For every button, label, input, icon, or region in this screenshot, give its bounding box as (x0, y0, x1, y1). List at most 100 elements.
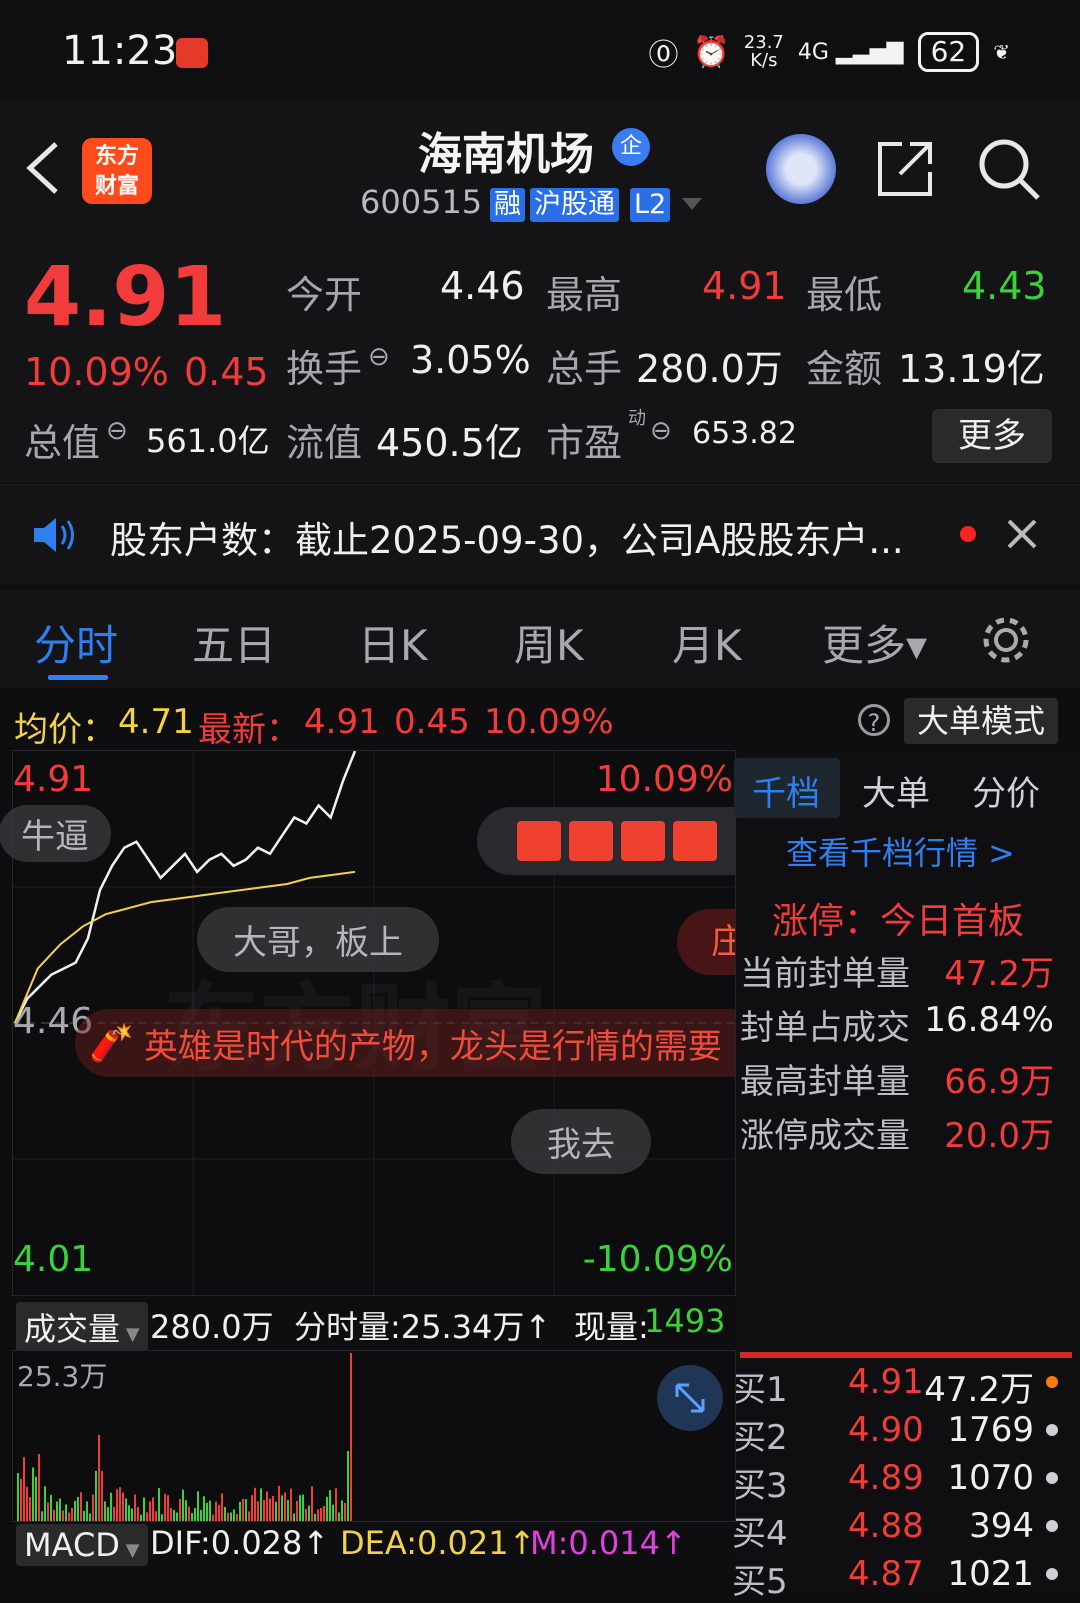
app-notification-icon (176, 38, 208, 68)
mktcap-info-icon[interactable]: ⊖ (106, 416, 128, 446)
tab-more[interactable]: 更多▾ (822, 612, 927, 673)
turnover-label: 换手 (286, 347, 363, 391)
help-icon[interactable]: ? (858, 704, 890, 737)
tab-qiandang[interactable]: 千档 (752, 766, 820, 815)
volume-bar (347, 1451, 349, 1521)
bid-qty: 1769 (947, 1410, 1034, 1450)
pe-label: 市盈 (546, 421, 623, 465)
big-order-mode-button[interactable]: 大单模式 (904, 698, 1058, 744)
bid-row[interactable]: 买4 4.88 394 (732, 1506, 1072, 1554)
current-price: 4.91 (24, 250, 227, 345)
pe-value: 653.82 (692, 416, 797, 451)
hk-connect-tag: 沪股通 (530, 188, 619, 222)
intraday-chart[interactable]: 东方财富 4.91 10.09% 4.46 4.01 -10.09% 牛逼 大哥… (0, 750, 736, 1296)
volume-bar (86, 1501, 88, 1521)
macd-selector[interactable]: MACD ▼ (16, 1524, 148, 1566)
volume-bar (200, 1510, 202, 1521)
bid-label: 买1 (732, 1370, 788, 1410)
speaker-icon (34, 518, 74, 552)
latest-change-pct: 10.09% (484, 702, 614, 742)
margin-tag: 融 (490, 188, 525, 222)
volume-bar (257, 1501, 259, 1521)
avg-value: 4.71 (118, 702, 194, 742)
volume-bar (47, 1502, 49, 1521)
macd-dif: DIF:0.028↑ (150, 1524, 330, 1562)
bid-price: 4.89 (848, 1458, 924, 1498)
volume-chart[interactable]: 25.3万 (12, 1350, 736, 1522)
bid-row[interactable]: 买3 4.89 1070 (732, 1458, 1072, 1506)
back-icon[interactable] (22, 138, 66, 198)
latest-value: 4.91 (304, 702, 380, 742)
volume-bar (344, 1502, 346, 1521)
bid-qty: 1021 (947, 1554, 1034, 1594)
bid-row[interactable]: 买1 4.91 47.2万 (732, 1362, 1072, 1410)
tab-big-order[interactable]: 大单 (862, 766, 930, 815)
seal-volume-value: 47.2万 (944, 954, 1054, 994)
tab-daily-k[interactable]: 日K (358, 612, 428, 673)
float-value: 450.5亿 (376, 421, 523, 465)
bid-qty: 47.2万 (924, 1370, 1034, 1410)
volume-bar (110, 1492, 112, 1521)
volume-bar (296, 1500, 298, 1521)
turnover-info-icon[interactable]: ⊖ (368, 342, 390, 372)
mktcap-label: 总值 (24, 421, 101, 465)
max-seal-label: 最高封单量 (740, 1062, 910, 1102)
volume-bar (332, 1504, 334, 1521)
volume-bar (341, 1500, 343, 1521)
max-seal-value: 66.9万 (944, 1062, 1054, 1102)
search-icon[interactable] (976, 136, 1042, 202)
limit-volume-value: 20.0万 (944, 1116, 1054, 1156)
tab-intraday[interactable]: 分时 (34, 612, 118, 673)
tab-monthly-k[interactable]: 月K (672, 612, 742, 673)
dropdown-icon[interactable] (680, 196, 704, 212)
volume-bar (218, 1504, 220, 1521)
bid-qty: 1070 (947, 1458, 1034, 1498)
danmaku-bubble: 庄 (677, 909, 735, 975)
volume-bar (119, 1487, 121, 1521)
level2-tag: L2 (630, 188, 671, 222)
volume-bar (335, 1488, 337, 1521)
bid-qty: 394 (969, 1506, 1034, 1546)
open-value: 4.46 (440, 264, 525, 308)
status-time: 11:23 (62, 28, 178, 74)
volume-bar (74, 1500, 76, 1521)
more-button[interactable]: 更多 (932, 409, 1052, 463)
high-label: 最高 (546, 273, 623, 317)
volume-bar (137, 1506, 139, 1521)
volume-bar (239, 1501, 241, 1521)
pe-info-icon[interactable]: ⊖ (650, 416, 672, 446)
eastmoney-logo[interactable]: 东方 财富 (82, 138, 152, 204)
settings-gear-icon[interactable] (978, 612, 1034, 668)
volume-bar (350, 1353, 352, 1521)
macd-dea: DEA:0.021↑ (340, 1524, 536, 1562)
volume-bar (248, 1511, 250, 1521)
tab-five-day[interactable]: 五日 (192, 612, 276, 673)
chevron-down-icon: ▼ (119, 1540, 140, 1561)
float-label: 流值 (286, 421, 363, 465)
banner-text: 英雄是时代的产物，龙头是行情的需要 (143, 1026, 722, 1067)
bid-row[interactable]: 买2 4.90 1769 (732, 1410, 1072, 1458)
view-qiandang-link[interactable]: 查看千档行情 > (786, 828, 1015, 874)
volume-selector[interactable]: 成交量 ▼ (16, 1302, 148, 1352)
bid-row[interactable]: 买5 4.87 1021 (732, 1554, 1072, 1602)
expand-icon[interactable] (657, 1365, 723, 1431)
leaf-icon: ❦ (993, 40, 1010, 64)
volume-bar (164, 1493, 166, 1521)
volume-bar (302, 1494, 304, 1521)
share-icon[interactable] (874, 138, 936, 200)
assistant-avatar-icon[interactable] (766, 134, 836, 204)
tab-price-distribution[interactable]: 分价 (972, 766, 1040, 815)
bid-price: 4.88 (848, 1506, 924, 1546)
limit-up-title: 涨停：今日首板 (772, 901, 1025, 942)
limit-volume-label: 涨停成交量 (740, 1116, 910, 1156)
volume-bar (152, 1497, 154, 1521)
seal-volume-label: 当前封单量 (740, 954, 910, 994)
unread-dot-icon (960, 526, 976, 542)
volume-bar (146, 1512, 148, 1521)
volume-bar (329, 1490, 331, 1521)
tab-weekly-k[interactable]: 周K (514, 612, 584, 673)
price-axis-top: 4.91 (13, 759, 94, 800)
close-icon[interactable] (1006, 518, 1038, 550)
latest-change: 0.45 (394, 702, 470, 742)
seal-ratio-label: 封单占成交 (740, 1008, 910, 1048)
